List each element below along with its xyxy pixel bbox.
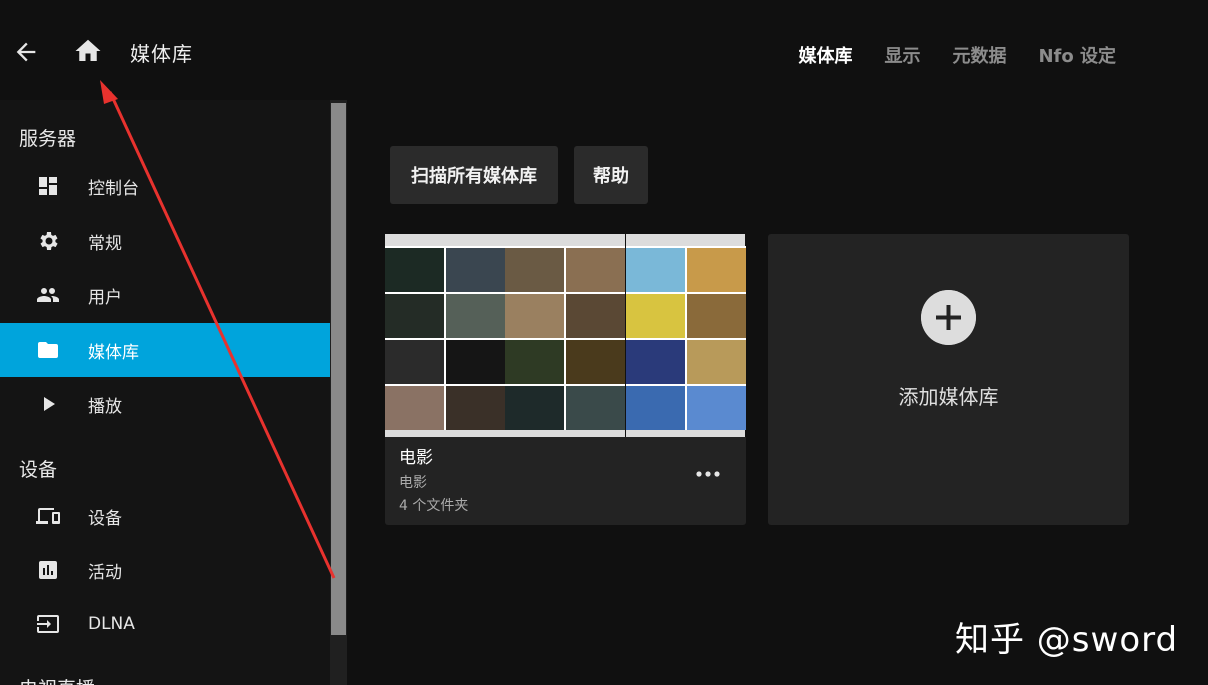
input-icon xyxy=(37,615,59,633)
dashboard-icon xyxy=(39,177,57,195)
sidebar-item-label: 播放 xyxy=(88,396,122,417)
sidebar-item-dashboard[interactable]: 控制台 xyxy=(0,159,330,213)
thumbnail-sheet xyxy=(385,234,505,437)
thumbnail-sheet xyxy=(625,234,746,437)
tab-display[interactable]: 显示 xyxy=(884,42,920,68)
play-icon xyxy=(44,397,55,411)
settings-tabs: 媒体库 显示 元数据 Nfo 设定 xyxy=(798,42,1116,68)
sidebar-item-label: 常规 xyxy=(88,233,122,254)
sidebar-item-label: DLNA xyxy=(88,614,135,634)
folder-icon xyxy=(38,342,58,358)
scan-all-libraries-button[interactable]: 扫描所有媒体库 xyxy=(390,146,558,204)
sidebar-item-general[interactable]: 常规 xyxy=(0,214,330,268)
sidebar-item-activity[interactable]: 活动 xyxy=(0,543,330,597)
sidebar-item-library[interactable]: 媒体库 xyxy=(0,323,330,377)
library-card-movies[interactable]: 电影 电影 4 个文件夹 xyxy=(385,234,746,525)
devices-icon xyxy=(36,508,60,524)
sidebar-item-label: 设备 xyxy=(88,508,122,529)
add-library-label: 添加媒体库 xyxy=(898,385,999,409)
thumbnail-sheet xyxy=(505,234,626,437)
library-thumbnail[interactable] xyxy=(385,234,746,437)
add-library-card[interactable]: 添加媒体库 xyxy=(768,234,1129,525)
people-icon xyxy=(37,288,59,302)
sidebar-item-users[interactable]: 用户 xyxy=(0,268,330,322)
help-button[interactable]: 帮助 xyxy=(574,146,648,204)
section-devices: 设备 xyxy=(19,459,58,481)
library-name: 电影 xyxy=(399,448,433,468)
tab-metadata[interactable]: 元数据 xyxy=(952,42,1006,68)
thumbnail-grid xyxy=(625,246,746,430)
thumbnail-grid xyxy=(505,246,626,430)
more-options-icon[interactable] xyxy=(696,470,720,478)
tab-library[interactable]: 媒体库 xyxy=(798,42,852,68)
plus-icon xyxy=(921,290,976,345)
sidebar-item-label: 控制台 xyxy=(88,178,139,199)
sidebar-item-dlna[interactable]: DLNA xyxy=(0,597,330,651)
sidebar-item-playback[interactable]: 播放 xyxy=(0,377,330,431)
bar-chart-icon xyxy=(39,561,57,579)
thumbnail-grid xyxy=(385,246,505,430)
sidebar-item-label: 活动 xyxy=(88,562,122,583)
tab-nfo-settings[interactable]: Nfo 设定 xyxy=(1038,42,1116,68)
main-content: 扫描所有媒体库 帮助 电影 电影 4 个文件夹 添加媒体库 xyxy=(347,100,1208,685)
sidebar: 服务器 控制台 常规 用户 媒体库 播放 设备 设备 活动 DLNA 电视直播 xyxy=(0,100,330,685)
library-folder-count: 4 个文件夹 xyxy=(399,498,469,514)
back-arrow-icon[interactable] xyxy=(12,38,40,66)
watermark: 知乎 @sword xyxy=(955,620,1179,660)
section-live-tv: 电视直播 xyxy=(19,674,95,685)
library-type: 电影 xyxy=(399,475,427,491)
sidebar-item-devices[interactable]: 设备 xyxy=(0,489,330,543)
sidebar-item-label: 媒体库 xyxy=(88,342,139,363)
section-server: 服务器 xyxy=(19,128,77,150)
sidebar-item-label: 用户 xyxy=(88,287,122,308)
sidebar-scrollbar-thumb[interactable] xyxy=(331,103,346,635)
gear-icon xyxy=(40,232,58,250)
page-title: 媒体库 xyxy=(130,42,193,66)
header-bar: 媒体库 媒体库 显示 元数据 Nfo 设定 xyxy=(0,0,1208,100)
home-icon[interactable] xyxy=(73,36,103,66)
